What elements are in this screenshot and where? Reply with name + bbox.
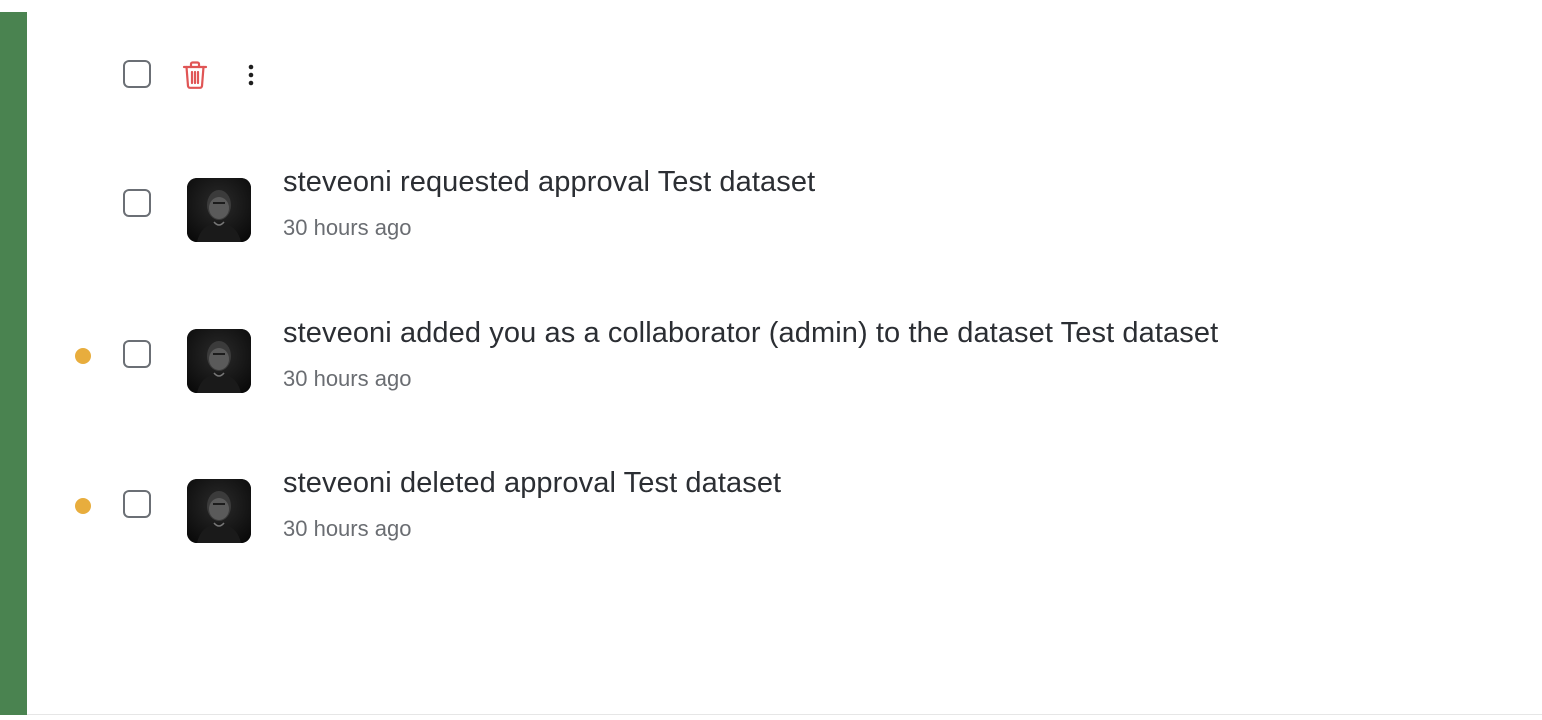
- notification-text[interactable]: steveoni deleted approval Test dataset: [283, 467, 781, 500]
- notifications-page: steveoni requested approval Test dataset…: [0, 0, 1542, 720]
- notification-checkbox[interactable]: [123, 189, 151, 217]
- notification-time: 30 hours ago: [283, 215, 412, 240]
- sidebar-accent-bar: [0, 12, 27, 715]
- divider: [27, 714, 1542, 715]
- notification-item[interactable]: steveoni added you as a collaborator (ad…: [27, 306, 1527, 406]
- notification-checkbox[interactable]: [123, 490, 151, 518]
- trash-icon[interactable]: [181, 60, 209, 90]
- select-all-checkbox[interactable]: [123, 60, 151, 88]
- notification-text[interactable]: steveoni added you as a collaborator (ad…: [283, 317, 1218, 350]
- notification-checkbox[interactable]: [123, 340, 151, 368]
- avatar: [187, 329, 251, 393]
- unread-indicator: [75, 348, 91, 364]
- avatar: [187, 178, 251, 242]
- notification-text[interactable]: steveoni requested approval Test dataset: [283, 166, 815, 199]
- notification-time: 30 hours ago: [283, 516, 412, 541]
- avatar: [187, 479, 251, 543]
- notification-time: 30 hours ago: [283, 366, 412, 391]
- unread-indicator: [75, 498, 91, 514]
- notification-item[interactable]: steveoni deleted approval Test dataset 3…: [27, 456, 1527, 556]
- more-options-icon[interactable]: [240, 62, 262, 88]
- notification-item[interactable]: steveoni requested approval Test dataset…: [27, 155, 1527, 255]
